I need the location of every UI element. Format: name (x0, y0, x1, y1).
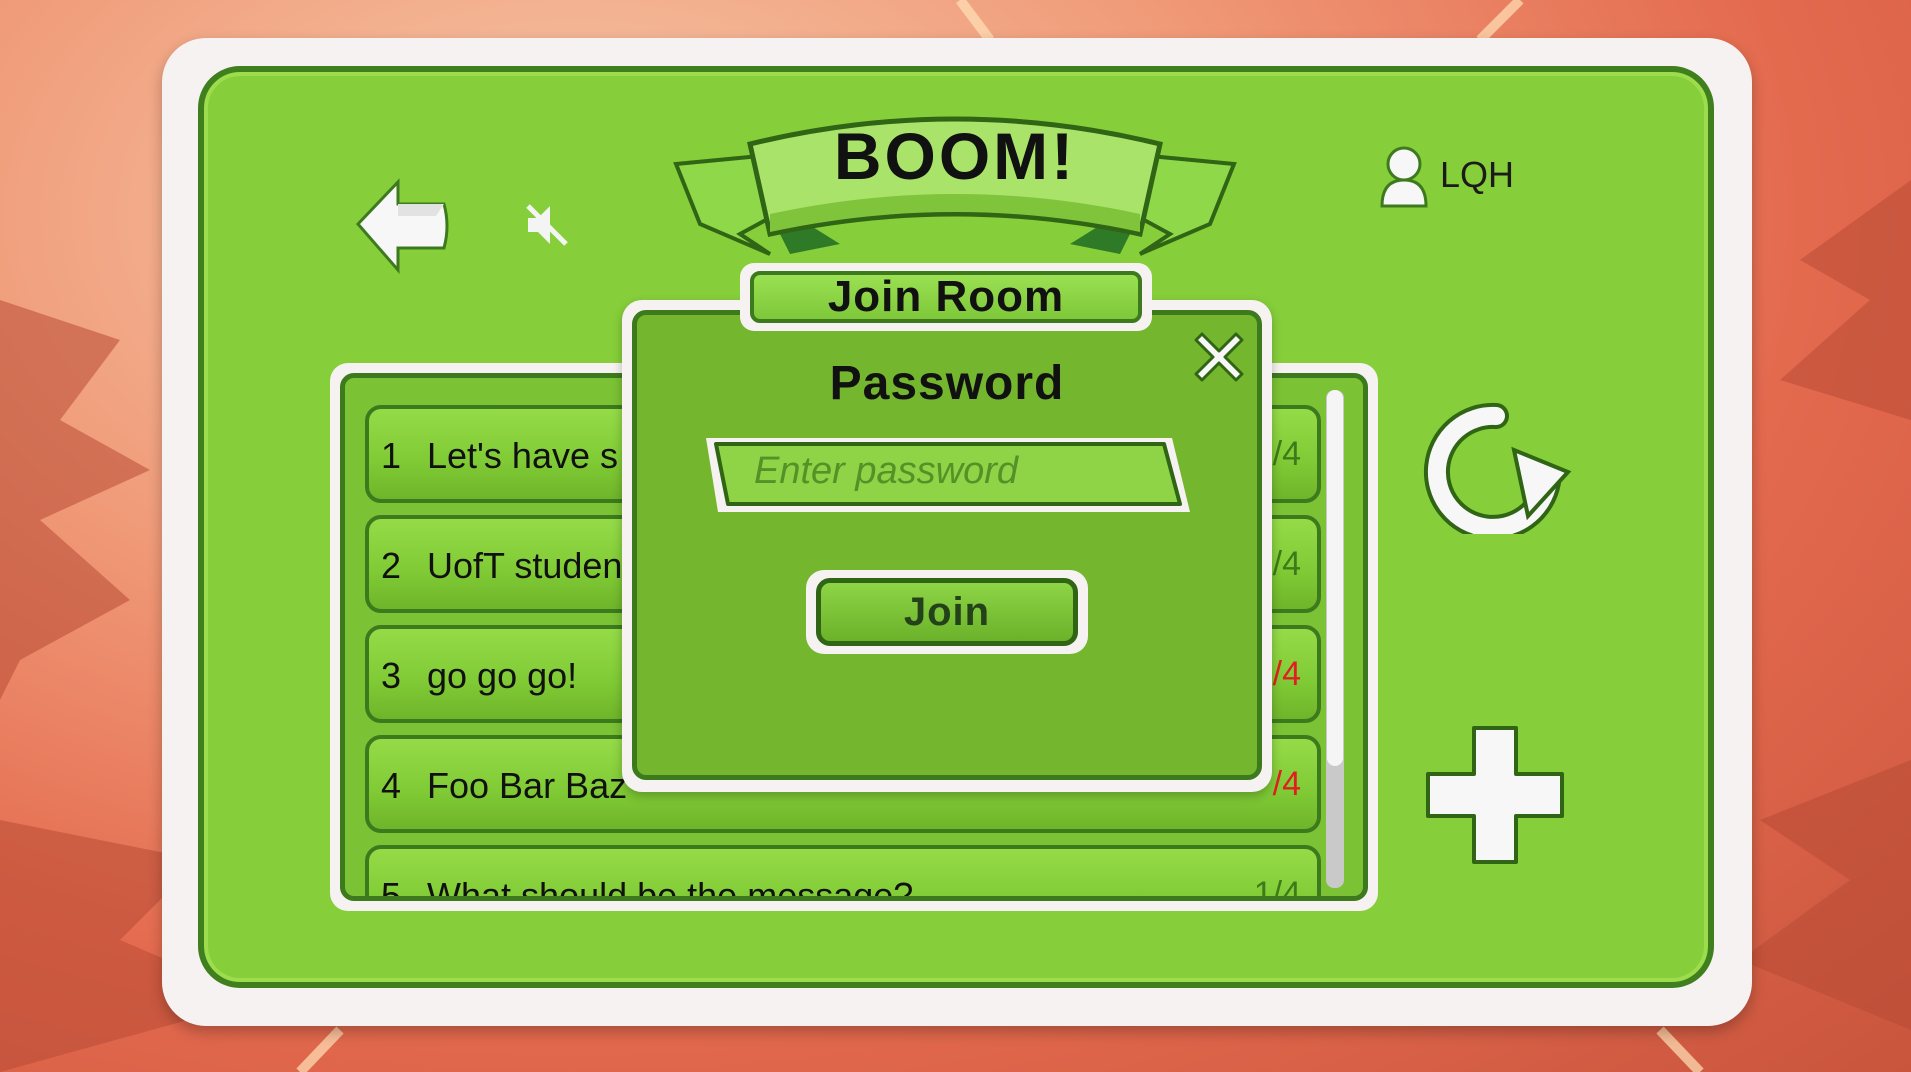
room-name: What should be the message? (427, 875, 914, 901)
scrollbar-thumb[interactable] (1327, 390, 1343, 766)
mute-button[interactable] (522, 200, 572, 250)
refresh-icon (1423, 402, 1572, 541)
room-player-count: /4 (1272, 545, 1301, 583)
room-player-count: /4 (1272, 655, 1301, 693)
password-input[interactable] (752, 442, 1156, 500)
room-name: go go go! (427, 655, 578, 696)
join-button[interactable]: Join (816, 578, 1078, 646)
password-field[interactable] (702, 432, 1192, 522)
back-arrow-icon (355, 178, 449, 275)
room-player-count: 1/4 (1253, 875, 1301, 901)
room-number: 1 (381, 435, 402, 476)
room-number: 3 (381, 655, 402, 696)
refresh-button[interactable] (1418, 398, 1574, 541)
room-number: 2 (381, 545, 402, 586)
room-name: UofT studen (427, 545, 623, 586)
create-room-button[interactable] (1422, 722, 1568, 868)
user-icon (1380, 146, 1428, 208)
room-number: 4 (381, 765, 402, 806)
dialog-title: Join Room (750, 271, 1142, 323)
plus-icon (1426, 726, 1564, 864)
speaker-muted-icon (526, 204, 568, 246)
back-button[interactable] (352, 176, 452, 276)
room-number: 5 (381, 875, 402, 901)
room-player-count: /4 (1272, 765, 1301, 803)
room-name: Foo Bar Baz (427, 765, 628, 806)
room-row[interactable]: 5 What should be the message? 1/4 (365, 845, 1321, 901)
room-player-count: /4 (1272, 435, 1301, 473)
password-label: Password (829, 357, 1065, 410)
user-profile (1378, 144, 1430, 208)
game-title: BOOM! (833, 119, 1077, 193)
room-name: Let's have s (427, 435, 618, 476)
room-list-scrollbar[interactable] (1326, 390, 1344, 888)
username: LQH (1440, 154, 1515, 195)
